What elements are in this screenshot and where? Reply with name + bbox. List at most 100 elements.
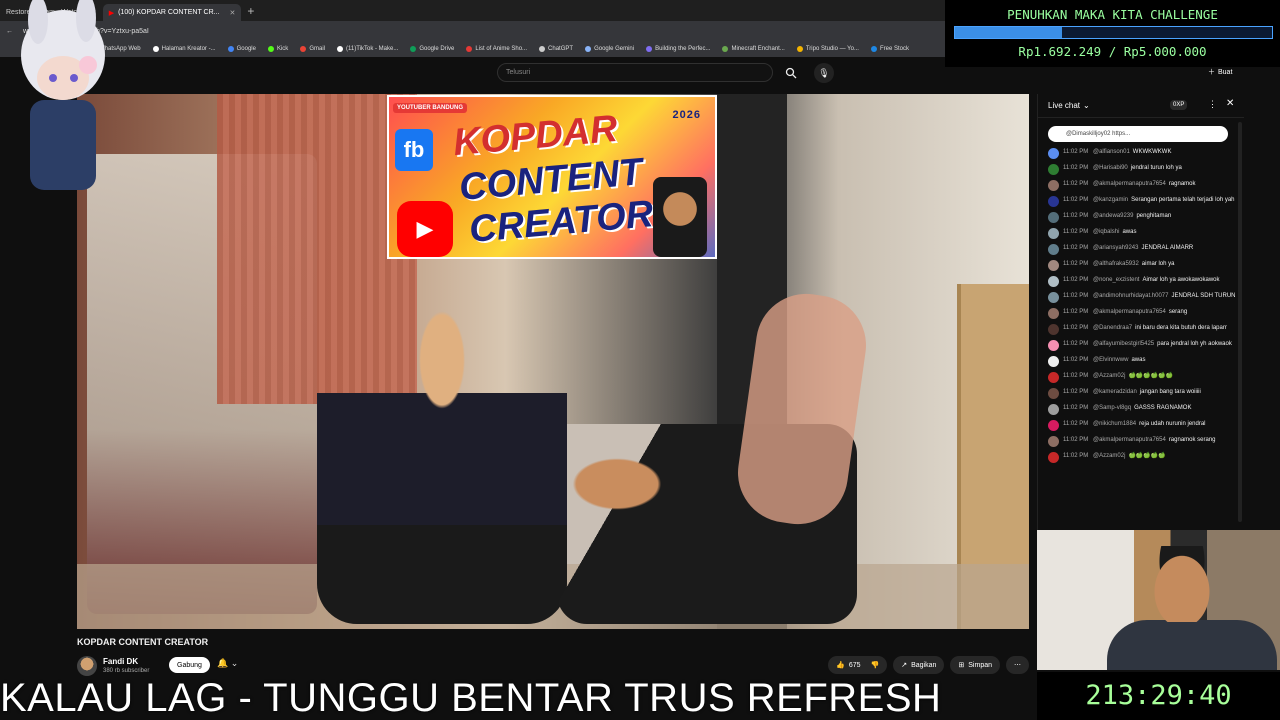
bell-icon[interactable]: 🔔 ⌄ bbox=[217, 658, 238, 669]
chat-message[interactable]: 11:02 PM @nikichum1884 reja udah nurunin j… bbox=[1048, 420, 1238, 431]
chat-username[interactable]: @Elvinnwww bbox=[1093, 357, 1128, 363]
avatar[interactable] bbox=[1048, 452, 1059, 463]
xp-badge[interactable]: 0XP bbox=[1170, 100, 1188, 110]
bookmark-item[interactable]: Halaman Kreator -... bbox=[152, 46, 216, 52]
join-button[interactable]: Gabung bbox=[169, 657, 210, 673]
avatar[interactable] bbox=[1048, 436, 1059, 447]
search-button[interactable] bbox=[778, 63, 804, 82]
avatar[interactable] bbox=[1048, 228, 1059, 239]
chat-username[interactable]: @kameradzidan bbox=[1093, 389, 1137, 395]
bookmark-item[interactable]: Free Stock bbox=[870, 46, 909, 52]
bookmark-item[interactable]: Building the Perfec... bbox=[646, 46, 710, 52]
chat-username[interactable]: @none_exzistent bbox=[1093, 277, 1139, 283]
avatar[interactable] bbox=[1048, 180, 1059, 191]
chat-message[interactable]: 11:02 PM @althafraka5932 aimar loh ya bbox=[1048, 260, 1238, 271]
chat-scrollbar[interactable] bbox=[1238, 122, 1242, 522]
like-button[interactable]: 👍 675 👎 bbox=[828, 656, 888, 674]
bookmark-item[interactable]: Google Gemini bbox=[585, 46, 634, 52]
chat-username[interactable]: @alfayumibestgirl5425 bbox=[1093, 341, 1154, 347]
chat-message[interactable]: 11:02 PM @akmalpermanaputra7654 serang bbox=[1048, 308, 1238, 319]
avatar[interactable] bbox=[1048, 244, 1059, 255]
new-tab-button[interactable]: + bbox=[241, 4, 260, 18]
chat-message[interactable]: 11:02 PM @Harisabi90 jendral turun loh ya bbox=[1048, 164, 1238, 175]
bookmark-icon: ⊞ bbox=[958, 662, 965, 669]
avatar[interactable] bbox=[1048, 404, 1059, 415]
avatar[interactable] bbox=[1048, 340, 1059, 351]
bookmark-item[interactable]: Tripo Studio — Yo... bbox=[796, 46, 859, 52]
chat-username[interactable]: @ariansyah9243 bbox=[1093, 245, 1138, 251]
avatar[interactable] bbox=[1048, 308, 1059, 319]
avatar[interactable] bbox=[1048, 164, 1059, 175]
chat-username[interactable]: @andimohnurhidayat.h0077 bbox=[1093, 293, 1168, 299]
chat-message[interactable]: 11:02 PM @kameradzidan jangan bang tara wo… bbox=[1048, 388, 1238, 399]
save-button[interactable]: ⊞ Simpan bbox=[950, 656, 1000, 674]
chat-username[interactable]: @Samp-vl8gq bbox=[1093, 405, 1131, 411]
tab-kopdar[interactable]: ▶ (100) KOPDAR CONTENT CR... ✕ bbox=[102, 4, 242, 21]
chat-username[interactable]: @Azzam02j bbox=[1093, 373, 1125, 379]
create-button[interactable]: ＋ Buat bbox=[1208, 67, 1232, 77]
avatar[interactable] bbox=[1048, 372, 1059, 383]
chat-message[interactable]: 11:02 PM @Azzam02j 🍏🍏🍏🍏🍏 bbox=[1048, 452, 1238, 463]
chat-username[interactable]: @alfianson01 bbox=[1093, 149, 1130, 155]
chat-username[interactable]: @Danendraa7 bbox=[1093, 325, 1132, 331]
avatar[interactable] bbox=[1048, 276, 1059, 287]
channel-name[interactable]: Fandi DK bbox=[103, 657, 138, 666]
bookmark-item[interactable]: Kick bbox=[267, 46, 288, 52]
chat-message[interactable]: 11:02 PM @iqbalshi awas bbox=[1048, 228, 1238, 239]
chat-message[interactable]: 11:02 PM @ariansyah9243 JENDRAL AIMARR bbox=[1048, 244, 1238, 255]
chevron-down-icon[interactable]: ⌄ bbox=[1083, 101, 1090, 110]
more-vert-icon[interactable]: ⋮ bbox=[1208, 99, 1217, 110]
chat-username[interactable]: @kanzgamin bbox=[1093, 197, 1128, 203]
chat-message[interactable]: 11:02 PM @akmalpermanaputra7654 ragnamok s… bbox=[1048, 436, 1238, 447]
chat-message[interactable]: 11:02 PM @Danendraa7 ini baru dera kita bu… bbox=[1048, 324, 1238, 335]
chat-message[interactable]: 11:02 PM @akmalpermanaputra7654 ragnamok bbox=[1048, 180, 1238, 191]
more-button[interactable]: ⋯ bbox=[1006, 656, 1029, 674]
bookmark-label: Halaman Kreator -... bbox=[161, 46, 216, 52]
chat-username[interactable]: @althafraka5932 bbox=[1093, 261, 1139, 267]
bookmark-item[interactable]: Google bbox=[227, 46, 256, 52]
bookmark-item[interactable]: List of Anime Sho... bbox=[466, 46, 527, 52]
chat-message[interactable]: 11:02 PM @andimohnurhidayat.h0077 JENDRAL … bbox=[1048, 292, 1238, 303]
chat-text: serang bbox=[1168, 309, 1188, 315]
chat-message[interactable]: 11:02 PM @Elvinnwww awas bbox=[1048, 356, 1238, 367]
chat-message[interactable]: 11:02 PM @andewa9239 penghitaman bbox=[1048, 212, 1238, 223]
avatar[interactable] bbox=[1048, 148, 1059, 159]
bookmark-item[interactable]: Gmail bbox=[300, 46, 325, 52]
avatar[interactable] bbox=[77, 656, 97, 676]
chat-message[interactable]: 11:02 PM @alfayumibestgirl5425 para jendra… bbox=[1048, 340, 1238, 351]
thumbs-down-icon[interactable]: 👎 bbox=[871, 661, 880, 669]
tab-title: (100) KOPDAR CONTENT CR... bbox=[118, 9, 220, 16]
chat-username[interactable]: @iqbalshi bbox=[1093, 229, 1119, 235]
chat-username[interactable]: @Harisabi90 bbox=[1093, 165, 1128, 171]
avatar[interactable] bbox=[1048, 196, 1059, 207]
share-button[interactable]: ↗ Bagikan bbox=[893, 656, 945, 674]
bookmark-item[interactable]: ChatGPT bbox=[539, 46, 573, 52]
avatar[interactable] bbox=[1048, 388, 1059, 399]
close-icon[interactable]: ✕ bbox=[1226, 98, 1234, 109]
avatar[interactable] bbox=[1048, 420, 1059, 431]
bookmark-item[interactable]: Google Drive bbox=[410, 46, 454, 52]
chat-message[interactable]: 11:02 PM @kanzgamin Serangan pertama telah… bbox=[1048, 196, 1238, 207]
avatar[interactable] bbox=[1048, 212, 1059, 223]
chat-title[interactable]: Live chat bbox=[1048, 101, 1080, 110]
pinned-message[interactable]: @Dimaskilljoy02 https... bbox=[1048, 126, 1228, 142]
search-input[interactable]: Telusuri bbox=[497, 63, 773, 82]
chat-username[interactable]: @akmalpermanaputra7654 bbox=[1093, 181, 1166, 187]
chat-message[interactable]: 11:02 PM @none_exzistent Aimar loh ya awok… bbox=[1048, 276, 1238, 287]
avatar[interactable] bbox=[1048, 260, 1059, 271]
chat-username[interactable]: @andewa9239 bbox=[1093, 213, 1133, 219]
chat-username[interactable]: @akmalpermanaputra7654 bbox=[1093, 309, 1166, 315]
chat-message[interactable]: 11:02 PM @Azzam02j 🍏🍏🍏🍏🍏🍏 bbox=[1048, 372, 1238, 383]
close-icon[interactable]: ✕ bbox=[229, 9, 235, 17]
bookmark-item[interactable]: Minecraft Enchant... bbox=[722, 46, 785, 52]
chat-message[interactable]: 11:02 PM @alfianson01 WKWKWKWK bbox=[1048, 148, 1238, 159]
chat-username[interactable]: @Azzam02j bbox=[1093, 453, 1125, 459]
chat-username[interactable]: @nikichum1884 bbox=[1093, 421, 1136, 427]
mic-button[interactable]: 🎙 bbox=[814, 63, 834, 83]
chat-username[interactable]: @akmalpermanaputra7654 bbox=[1093, 437, 1166, 443]
avatar[interactable] bbox=[1048, 324, 1059, 335]
bookmark-item[interactable]: (11)TikTok - Make... bbox=[336, 46, 398, 52]
avatar[interactable] bbox=[1048, 356, 1059, 367]
chat-message[interactable]: 11:02 PM @Samp-vl8gq GASSS RAGNAMOK bbox=[1048, 404, 1238, 415]
avatar[interactable] bbox=[1048, 292, 1059, 303]
